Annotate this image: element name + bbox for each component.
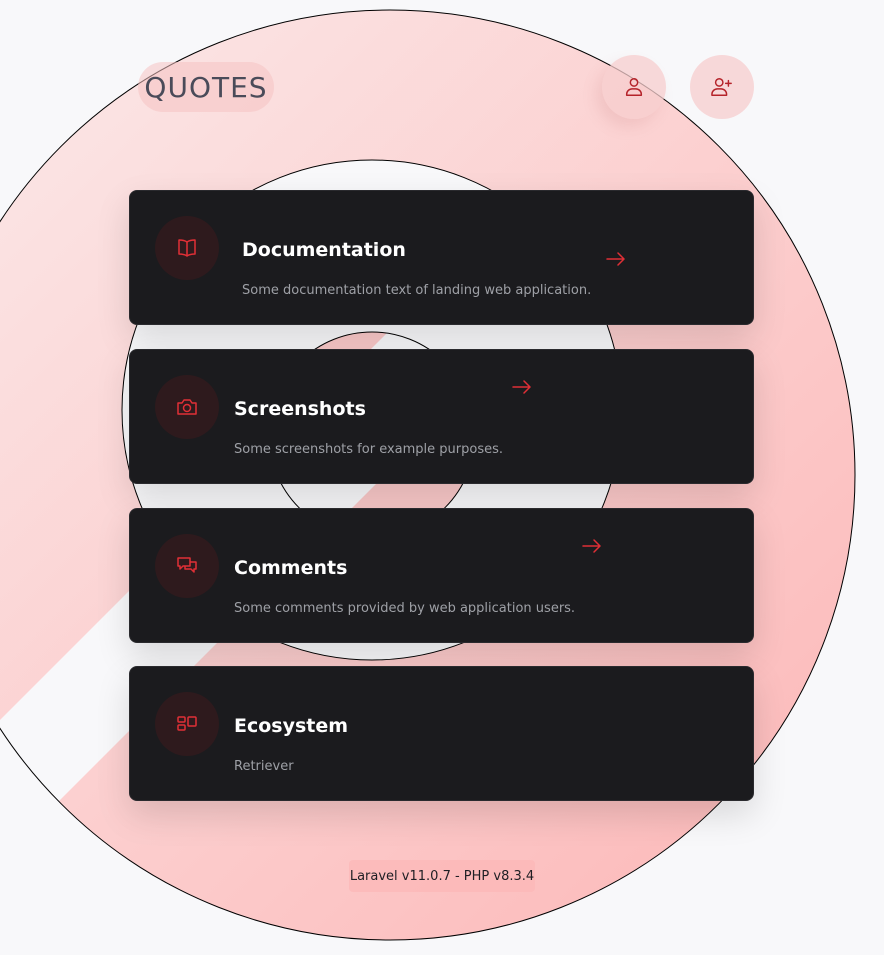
card-documentation[interactable]: Documentation Some documentation text of… — [129, 190, 754, 325]
arrow-right-icon — [582, 539, 601, 553]
user-icon — [625, 78, 643, 96]
card-title: Screenshots — [234, 398, 366, 420]
app-logo[interactable]: QUOTES — [138, 62, 274, 112]
card-description: Retriever — [234, 759, 294, 774]
card-comments[interactable]: Comments Some comments provided by web a… — [129, 508, 754, 643]
grid-blocks-icon — [177, 716, 197, 731]
login-button[interactable] — [602, 55, 666, 119]
card-title: Documentation — [242, 239, 406, 261]
card-description: Some documentation text of landing web a… — [242, 283, 592, 298]
book-open-icon — [178, 239, 196, 257]
badge — [155, 692, 219, 756]
card-title: Comments — [234, 557, 348, 579]
badge — [155, 375, 219, 439]
card-description: Some comments provided by web applicatio… — [234, 601, 576, 616]
register-button[interactable] — [690, 55, 754, 119]
chat-bubbles-icon — [177, 557, 197, 573]
badge — [155, 534, 219, 598]
version-badge: Laravel v11.0.7 - PHP v8.3.4 — [349, 860, 535, 892]
camera-icon — [177, 399, 197, 415]
badge — [155, 216, 219, 280]
card-screenshots[interactable]: Screenshots Some screenshots for example… — [129, 349, 754, 484]
user-plus-icon — [711, 78, 732, 96]
card-ecosystem[interactable]: Ecosystem Retriever — [129, 666, 754, 801]
card-description: Some screenshots for example purposes. — [234, 442, 503, 457]
card-title: Ecosystem — [234, 715, 349, 737]
arrow-right-icon — [512, 380, 531, 394]
arrow-right-icon — [606, 252, 625, 266]
